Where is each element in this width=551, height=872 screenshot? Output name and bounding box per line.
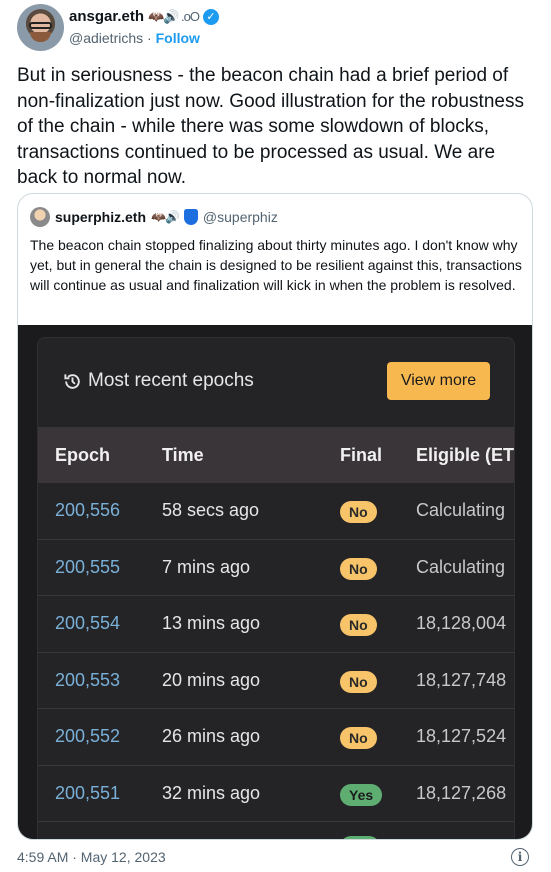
- epochs-panel: Most recent epochs View more Epoch Time …: [37, 337, 515, 839]
- info-icon[interactable]: i: [511, 848, 529, 866]
- shield-icon: [183, 209, 198, 225]
- final-status-badge-partial: [340, 836, 380, 839]
- epoch-link[interactable]: 200,554: [55, 613, 120, 634]
- quoted-author-name: superphiz.eth: [55, 209, 147, 225]
- epoch-time: 32 mins ago: [162, 782, 261, 803]
- final-status-badge: No: [340, 727, 377, 749]
- handle-separator: ·: [147, 30, 152, 46]
- epochs-table-body: 200,556 58 secs ago No Calculating 200,5…: [38, 483, 514, 839]
- epoch-time: 7 mins ago: [162, 556, 251, 577]
- quoted-author-handle: @superphiz: [202, 209, 278, 225]
- author-handle[interactable]: @adietrichs: [69, 30, 143, 46]
- follow-button[interactable]: Follow: [156, 30, 200, 46]
- epochs-panel-title: Most recent epochs: [63, 370, 254, 392]
- epoch-time: 26 mins ago: [162, 726, 261, 746]
- epoch-link[interactable]: 200,553: [55, 670, 120, 691]
- final-status-badge: No: [340, 501, 377, 523]
- table-row: 200,552 26 mins ago No 18,127,524: [38, 709, 514, 766]
- table-row: 200,551 32 mins ago Yes 18,127,268: [38, 766, 514, 822]
- eligible-eth: 18,127,524: [416, 726, 507, 746]
- quoted-author-decoration: 🦇🔊: [151, 210, 180, 224]
- epoch-time: 58 secs ago: [162, 500, 260, 520]
- author-name-row: ansgar.eth 🦇🔊 .oO ✓: [69, 8, 219, 25]
- final-status-badge: Yes: [340, 783, 383, 806]
- tweet-timestamp[interactable]: 4:59 AM · May 12, 2023: [17, 849, 166, 865]
- eligible-eth: Calculating: [416, 556, 506, 577]
- epoch-link[interactable]: 200,552: [55, 726, 120, 747]
- author-name[interactable]: ansgar.eth: [69, 8, 144, 25]
- epoch-link[interactable]: 200,551: [55, 783, 120, 804]
- history-icon: [64, 373, 80, 389]
- column-header-epoch: Epoch: [55, 445, 111, 465]
- author-handle-row: @adietrichs · Follow: [69, 30, 200, 46]
- epoch-time: 13 mins ago: [162, 613, 261, 633]
- eligible-eth: 18,128,004: [416, 613, 507, 633]
- eligible-eth: Calculating: [416, 500, 506, 520]
- quoted-tweet-image[interactable]: Most recent epochs View more Epoch Time …: [18, 325, 532, 839]
- table-row: 200,553 20 mins ago No 18,127,748: [38, 653, 514, 709]
- column-header-time: Time: [162, 445, 204, 465]
- final-status-badge: No: [340, 614, 377, 636]
- table-row-partial: [38, 822, 514, 839]
- epoch-link[interactable]: 200,556: [55, 500, 120, 521]
- quoted-tweet[interactable]: superphiz.eth 🦇🔊 @superphiz The beacon c…: [17, 193, 533, 840]
- author-avatar[interactable]: [17, 4, 64, 51]
- final-status-badge: No: [340, 557, 377, 580]
- eligible-eth: 18,127,268: [416, 782, 507, 803]
- epoch-time: 20 mins ago: [162, 669, 261, 690]
- tweet-header: ansgar.eth 🦇🔊 .oO ✓ @adietrichs · Follow: [17, 4, 537, 52]
- quoted-tweet-header: superphiz.eth 🦇🔊 @superphiz: [30, 207, 278, 227]
- final-status-badge: No: [340, 670, 377, 693]
- verified-badge-icon: ✓: [202, 8, 219, 25]
- table-row: 200,556 58 secs ago No Calculating: [38, 483, 514, 540]
- quoted-tweet-text: The beacon chain stopped finalizing abou…: [30, 237, 522, 293]
- epoch-link[interactable]: 200,555: [55, 557, 120, 578]
- column-header-final: Final: [340, 445, 383, 465]
- column-header-eligible: Eligible (ET: [416, 445, 515, 465]
- epochs-title-text: Most recent epochs: [88, 370, 254, 391]
- view-more-button[interactable]: View more: [387, 362, 490, 400]
- table-row: 200,555 7 mins ago No Calculating: [38, 540, 514, 596]
- tweet-text: But in seriousness - the beacon chain ha…: [17, 65, 524, 188]
- table-row: 200,554 13 mins ago No 18,128,004: [38, 596, 514, 653]
- eligible-eth: 18,127,748: [416, 669, 507, 690]
- author-name-decoration: 🦇🔊 .oO: [148, 8, 200, 24]
- epochs-table-header: Epoch Time Final Eligible (ET: [38, 427, 515, 483]
- quoted-author-avatar: [30, 207, 50, 227]
